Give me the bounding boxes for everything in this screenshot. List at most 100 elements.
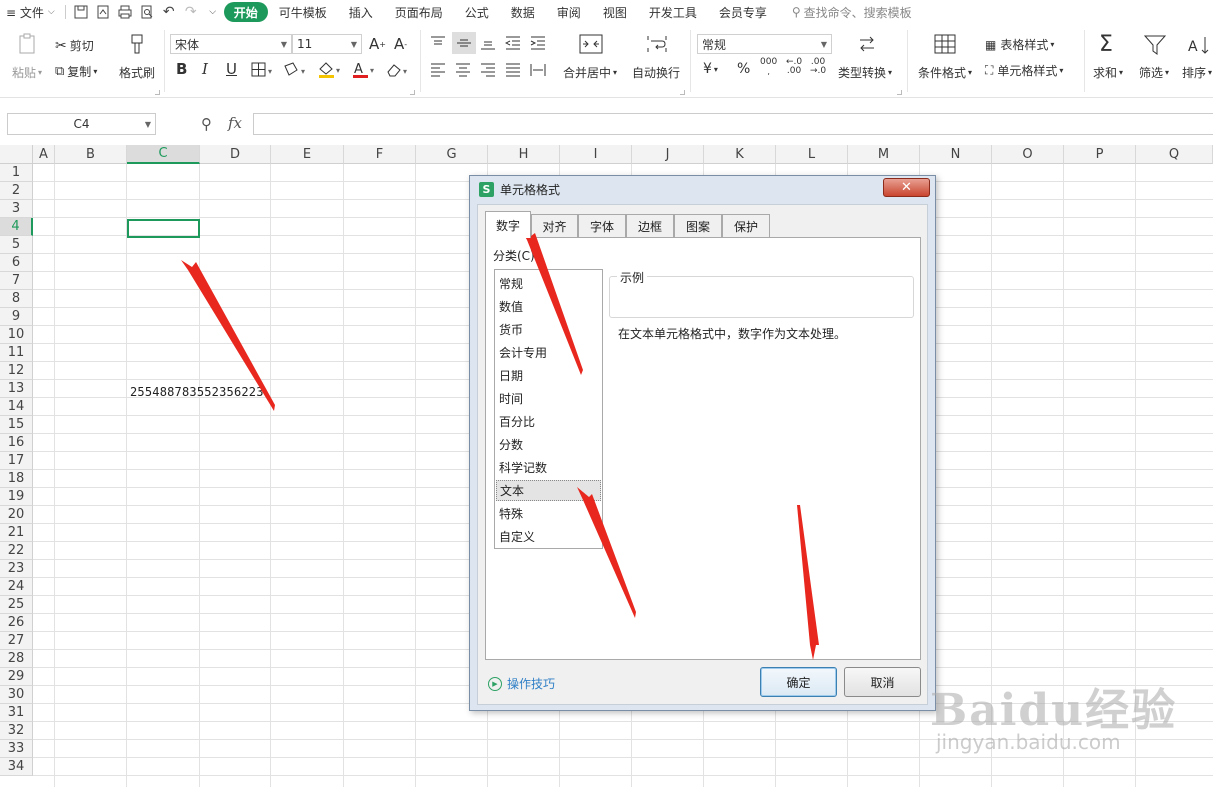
row-header-2[interactable]: 2 [0,182,33,200]
tab-number[interactable]: 数字 [485,211,531,238]
print-icon[interactable] [114,2,136,22]
row-header-28[interactable]: 28 [0,650,33,668]
thousands-separator-icon[interactable]: 000, [760,58,777,77]
cell-style-button[interactable]: ⛶ 单元格样式 ▾ [985,62,1063,79]
category-list[interactable]: 常规 数值 货币 会计专用 日期 时间 百分比 分数 科学记数 文本 特殊 自定义 [494,269,603,549]
tab-templates[interactable]: 可牛模板 [268,0,338,24]
align-bottom-icon[interactable] [478,34,498,52]
print-preview-icon[interactable] [136,2,158,22]
save-icon[interactable] [70,2,92,22]
bold-button[interactable]: B [176,60,187,78]
sum-button[interactable]: 求和 ▾ [1093,64,1123,81]
row-header-19[interactable]: 19 [0,488,33,506]
conditional-format-icon[interactable] [933,33,957,55]
column-header-g[interactable]: G [416,145,488,164]
row-header-32[interactable]: 32 [0,722,33,740]
column-header-h[interactable]: H [488,145,560,164]
decrease-decimal-icon[interactable]: .00 →.0 [810,58,826,76]
increase-decimal-icon[interactable]: ←.0.00 [786,58,802,76]
row-header-26[interactable]: 26 [0,614,33,632]
format-painter-icon[interactable] [127,32,147,56]
sum-icon[interactable]: Σ [1099,32,1113,57]
column-header-c[interactable]: C [127,145,200,164]
increase-font-icon[interactable]: A + [369,35,386,53]
paste-icon[interactable] [17,32,39,56]
column-header-a[interactable]: A [33,145,55,164]
row-header-10[interactable]: 10 [0,326,33,344]
row-header-11[interactable]: 11 [0,344,33,362]
column-header-m[interactable]: M [848,145,920,164]
row-header-9[interactable]: 9 [0,308,33,326]
tab-page-layout[interactable]: 页面布局 [384,0,454,24]
cancel-button[interactable]: 取消 [844,667,921,697]
distributed-align-icon[interactable] [528,61,548,79]
row-header-31[interactable]: 31 [0,704,33,722]
row-header-33[interactable]: 33 [0,740,33,758]
formula-input[interactable] [253,113,1213,135]
category-item[interactable]: 会计专用 [496,342,601,363]
tab-protection[interactable]: 保护 [722,214,770,237]
row-header-5[interactable]: 5 [0,236,33,254]
row-header-29[interactable]: 29 [0,668,33,686]
tips-link[interactable]: ▶ 操作技巧 [488,675,555,692]
tab-home[interactable]: 开始 [223,2,268,22]
align-right-icon[interactable] [478,61,498,79]
column-header-l[interactable]: L [776,145,848,164]
category-item[interactable]: 货币 [496,319,601,340]
tab-border[interactable]: 边框 [626,214,674,237]
column-header-d[interactable]: D [200,145,271,164]
ok-button[interactable]: 确定 [760,667,837,697]
align-top-icon[interactable] [428,34,448,52]
align-left-icon[interactable] [428,61,448,79]
column-header-i[interactable]: I [560,145,632,164]
percent-button[interactable]: % [737,61,750,77]
copy-button[interactable]: ⧉ 复制 ▾ [55,63,97,80]
select-all-corner[interactable] [0,145,33,164]
zoom-formula-icon[interactable]: ⚲ [201,115,212,133]
fill-pattern-icon[interactable]: ▾ [282,61,310,79]
category-item[interactable]: 日期 [496,365,601,386]
column-header-p[interactable]: P [1064,145,1136,164]
conditional-format-button[interactable]: 条件格式 ▾ [918,64,972,81]
type-convert-icon[interactable] [855,34,879,54]
column-header-j[interactable]: J [632,145,704,164]
column-header-n[interactable]: N [920,145,992,164]
row-header-16[interactable]: 16 [0,434,33,452]
row-header-34[interactable]: 34 [0,758,33,776]
currency-button[interactable]: ¥ ▾ [703,61,718,77]
category-item[interactable]: 时间 [496,388,601,409]
filter-button[interactable]: 筛选 ▾ [1139,64,1169,81]
tab-insert[interactable]: 插入 [338,0,384,24]
filter-icon[interactable] [1143,34,1167,56]
undo-icon[interactable]: ↶ [158,2,180,22]
row-header-7[interactable]: 7 [0,272,33,290]
category-item[interactable]: 数值 [496,296,601,317]
row-header-8[interactable]: 8 [0,290,33,308]
tab-member[interactable]: 会员专享 [708,0,778,24]
category-item[interactable]: 百分比 [496,411,601,432]
tab-review[interactable]: 审阅 [546,0,592,24]
name-box[interactable]: C4 ▼ [7,113,156,135]
row-header-4[interactable]: 4 [0,218,33,236]
wrap-text-button[interactable]: 自动换行 [632,64,680,81]
decrease-indent-icon[interactable] [503,34,523,52]
row-header-25[interactable]: 25 [0,596,33,614]
row-header-27[interactable]: 27 [0,632,33,650]
underline-button[interactable]: U [226,60,237,78]
command-search[interactable]: ⚲ 查找命令、搜索模板 [786,0,918,24]
tab-data[interactable]: 数据 [500,0,546,24]
row-header-17[interactable]: 17 [0,452,33,470]
table-style-button[interactable]: ▦ 表格样式 ▾ [985,36,1054,53]
paste-button[interactable]: 粘贴 ▾ [12,64,42,81]
italic-button[interactable]: I [202,60,208,78]
export-pdf-icon[interactable] [92,2,114,22]
row-header-6[interactable]: 6 [0,254,33,272]
column-header-k[interactable]: K [704,145,776,164]
clear-format-icon[interactable]: ▾ [384,61,412,79]
merge-center-icon[interactable] [578,33,604,55]
decrease-font-icon[interactable]: A- [394,35,407,53]
merge-center-button[interactable]: 合并居中 ▾ [563,64,617,81]
cell-c5[interactable]: 255488783552356223 [130,383,264,401]
category-item[interactable]: 常规 [496,273,601,294]
category-item[interactable]: 特殊 [496,503,601,524]
